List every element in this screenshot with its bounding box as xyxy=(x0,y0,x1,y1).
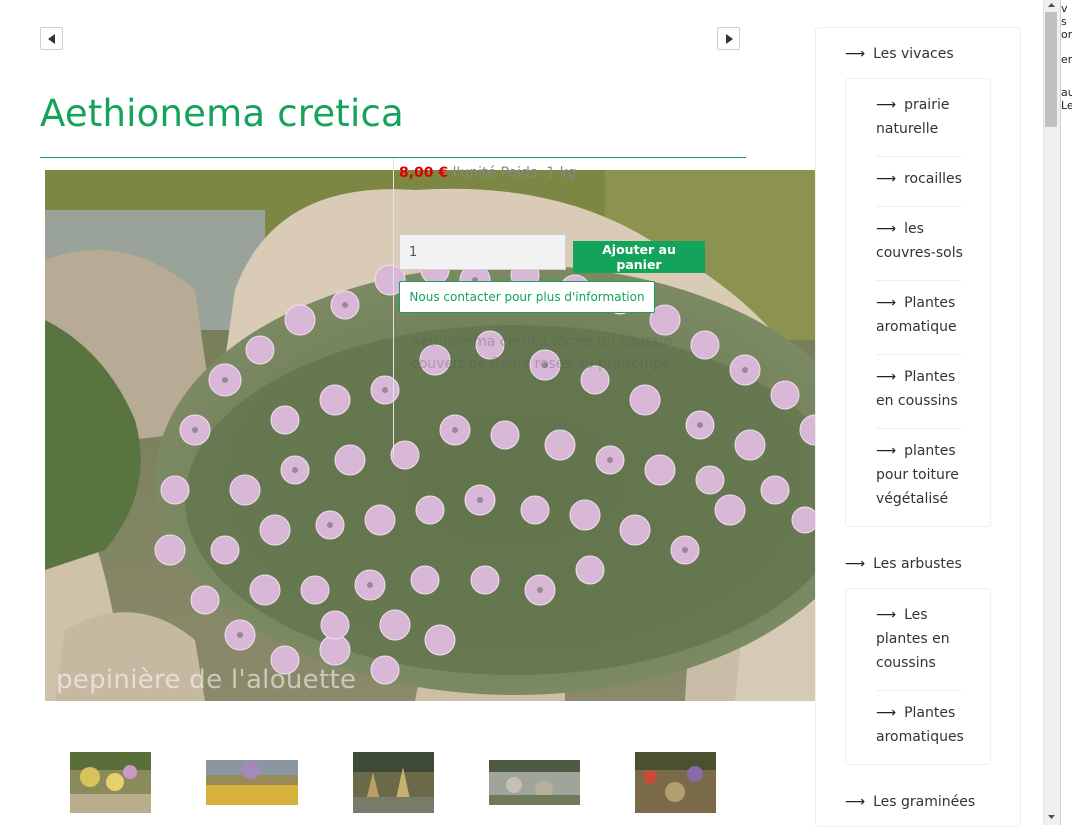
thumbnail-1[interactable] xyxy=(70,752,151,813)
subcategory-plantes-toiture-vegetalise[interactable]: ⟶ plantes pour toiture végétalisé xyxy=(876,439,971,511)
subcategory-label: aromatiques xyxy=(876,729,964,745)
subcategory-label: prairie xyxy=(904,97,950,113)
divider xyxy=(876,280,961,281)
image-watermark: pepinière de l'alouette xyxy=(56,665,357,695)
subcategory-label: rocailles xyxy=(904,171,962,187)
column-divider xyxy=(393,158,394,458)
quantity-input[interactable] xyxy=(399,234,566,270)
price-unit: l'unité Poids: 1 kg xyxy=(452,165,577,181)
price-line: 8,00 € l'unité Poids: 1 kg xyxy=(399,165,577,181)
long-arrow-right-icon: ⟶ xyxy=(876,97,897,113)
category-label: Les graminées xyxy=(873,794,976,810)
subcategory-label: en coussins xyxy=(876,393,958,409)
thumbnail-2[interactable] xyxy=(206,760,298,805)
category-les-arbustes[interactable]: ⟶ Les arbustes xyxy=(845,556,962,572)
product-price: 8,00 € xyxy=(399,165,449,181)
pane-fragment: er xyxy=(1061,53,1072,66)
adjacent-window-edge: v s on er au Le xyxy=(1060,0,1072,825)
subcategory-label: pour toiture xyxy=(876,467,959,483)
subcategory-prairie-naturelle[interactable]: ⟶ prairie naturelle xyxy=(876,93,971,141)
divider xyxy=(876,206,961,207)
subcategory-label: aromatique xyxy=(876,319,957,335)
subcategory-plantes-aromatiques[interactable]: ⟶ Plantes aromatiques xyxy=(876,701,971,749)
category-label: Les arbustes xyxy=(873,556,962,572)
long-arrow-right-icon: ⟶ xyxy=(876,369,897,385)
subcategory-couvres-sols[interactable]: ⟶ les couvres-sols xyxy=(876,217,971,265)
scroll-up-icon[interactable] xyxy=(1046,0,1057,10)
thumbnail-4[interactable] xyxy=(489,760,580,805)
category-label: Les vivaces xyxy=(873,46,954,62)
subcategory-label: naturelle xyxy=(876,121,939,137)
product-description: Aethionema cretica forme un coussin couv… xyxy=(411,334,674,372)
long-arrow-right-icon: ⟶ xyxy=(876,221,897,237)
category-les-vivaces[interactable]: ⟶ Les vivaces xyxy=(845,46,954,62)
chevron-right-icon xyxy=(725,33,733,44)
subcategory-plantes-en-coussins[interactable]: ⟶ Plantes en coussins xyxy=(876,365,971,413)
subcategory-rocailles[interactable]: ⟶ rocailles xyxy=(876,167,971,191)
subcategory-label: végétalisé xyxy=(876,491,949,507)
long-arrow-right-icon: ⟶ xyxy=(845,46,866,62)
long-arrow-right-icon: ⟶ xyxy=(845,556,866,572)
scrollbar-thumb[interactable] xyxy=(1045,12,1057,127)
long-arrow-right-icon: ⟶ xyxy=(845,794,866,810)
subcategory-label: Plantes xyxy=(904,295,956,311)
subcategory-label: plantes xyxy=(904,443,956,459)
pane-fragment: s xyxy=(1061,15,1067,28)
product-title: Aethionema cretica xyxy=(40,92,404,135)
previous-product-button[interactable] xyxy=(40,27,63,50)
subcategory-label: plantes en xyxy=(876,631,950,647)
chevron-left-icon xyxy=(47,33,55,44)
divider xyxy=(876,690,961,691)
long-arrow-right-icon: ⟶ xyxy=(876,705,897,721)
subcategory-label: les xyxy=(904,221,924,237)
pane-fragment: v xyxy=(1061,2,1068,15)
subcategory-label: couvres-sols xyxy=(876,245,963,261)
pane-fragment: on xyxy=(1061,28,1072,41)
subcategory-label: Plantes xyxy=(904,705,956,721)
pane-fragment: au xyxy=(1061,86,1072,99)
pane-fragment: Le xyxy=(1061,99,1072,112)
add-to-cart-button[interactable]: Ajouter au panier xyxy=(573,241,705,273)
thumbnail-5[interactable] xyxy=(635,752,716,813)
next-product-button[interactable] xyxy=(717,27,740,50)
divider xyxy=(876,156,961,157)
scroll-down-icon[interactable] xyxy=(1046,812,1057,822)
subcategory-label: coussins xyxy=(876,655,936,671)
subcategory-label: Plantes xyxy=(904,369,956,385)
thumbnail-3[interactable] xyxy=(353,752,434,813)
subcategory-plantes-aromatique[interactable]: ⟶ Plantes aromatique xyxy=(876,291,971,339)
subcategory-label: Les xyxy=(904,607,928,623)
divider xyxy=(876,354,961,355)
divider xyxy=(876,428,961,429)
subcategory-plantes-en-coussins-arbustes[interactable]: ⟶ Les plantes en coussins xyxy=(876,603,971,675)
long-arrow-right-icon: ⟶ xyxy=(876,607,897,623)
contact-button[interactable]: Nous contacter pour plus d'information xyxy=(399,281,655,313)
long-arrow-right-icon: ⟶ xyxy=(876,443,897,459)
long-arrow-right-icon: ⟶ xyxy=(876,171,897,187)
long-arrow-right-icon: ⟶ xyxy=(876,295,897,311)
category-les-graminees[interactable]: ⟶ Les graminées xyxy=(845,794,975,810)
